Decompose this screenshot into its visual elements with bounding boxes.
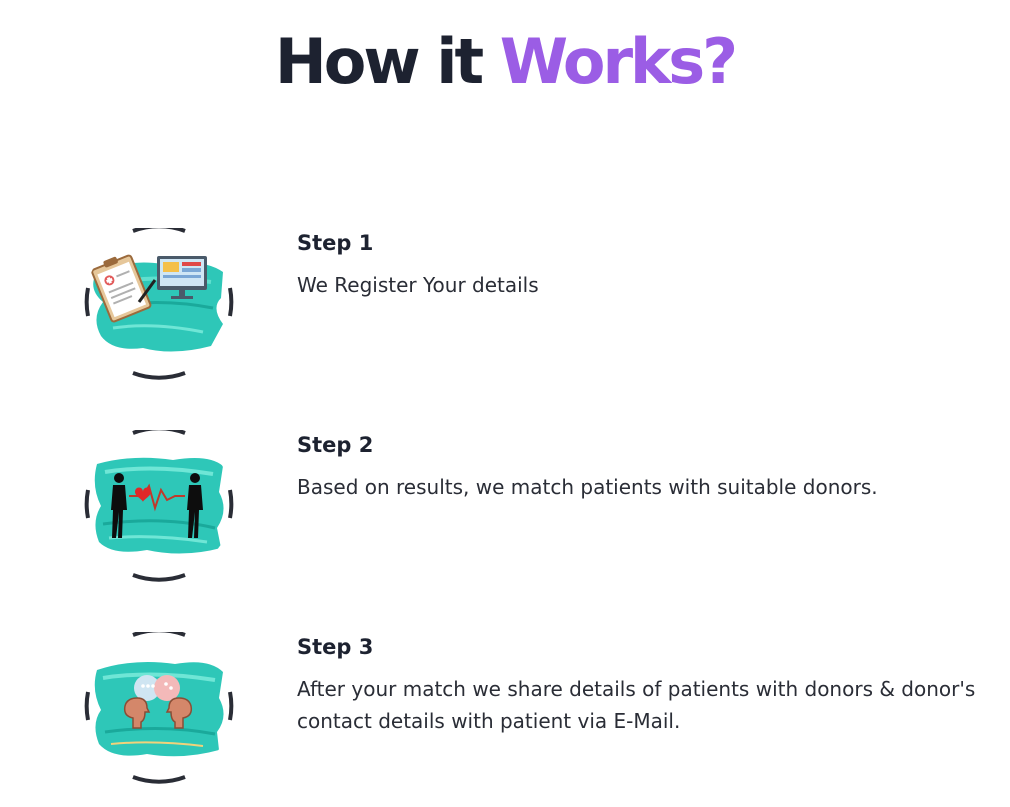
step-2: Step 2 Based on results, we match patien…	[0, 430, 1010, 590]
step-3: Step 3 After your match we share details…	[0, 632, 1010, 792]
heartbeat-match-icon	[83, 430, 235, 582]
step-1-description: We Register Your details	[297, 273, 539, 297]
step-2-description: Based on results, we match patients with…	[297, 475, 878, 499]
step-3-description: After your match we share details of pat…	[297, 677, 976, 733]
registration-clipboard-monitor-icon	[83, 228, 235, 380]
title-part-works: Works?	[499, 25, 738, 98]
step-1-title: Step 1	[297, 231, 374, 255]
conversation-heads-icon	[83, 632, 235, 784]
title-part-how-it: How it	[274, 25, 484, 98]
step-1: Step 1 We Register Your details	[0, 228, 1010, 388]
page-title: How it Works?	[0, 22, 1010, 102]
step-2-title: Step 2	[297, 433, 374, 457]
step-3-title: Step 3	[297, 635, 374, 659]
